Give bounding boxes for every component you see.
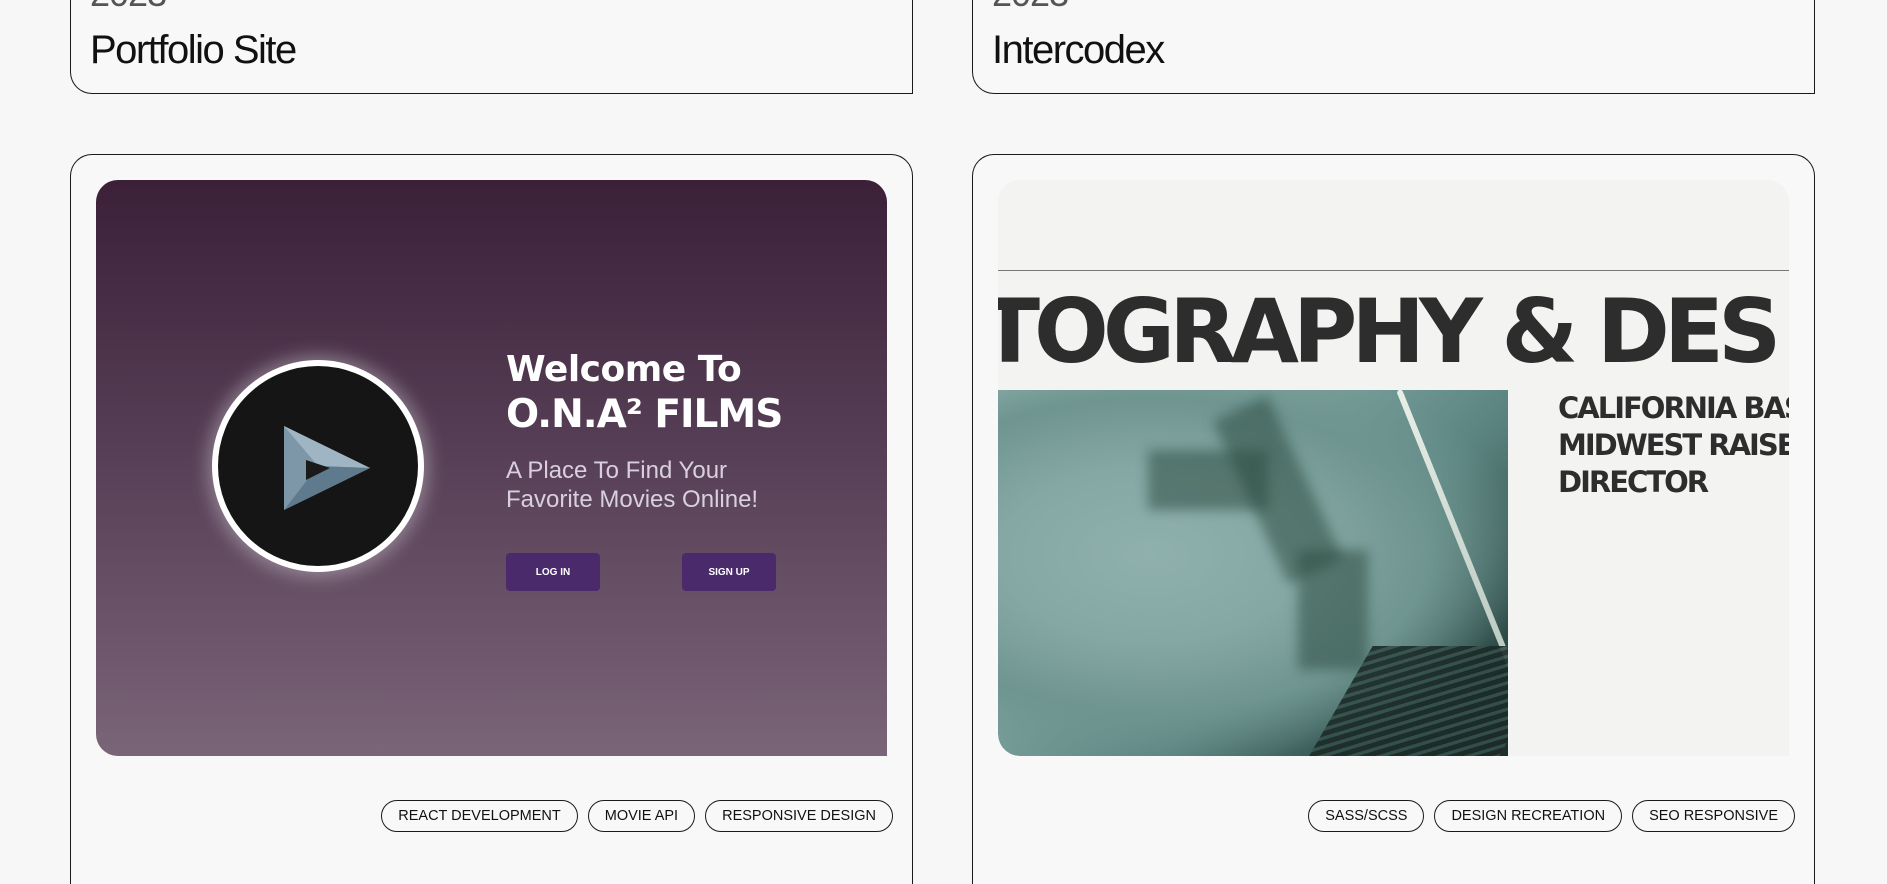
films-hero-text: Welcome To O.N.A² FILMS A Place To Find … [506, 350, 846, 514]
tag-design-recreation: DESIGN RECREATION [1434, 800, 1623, 832]
tech-tags: REACT DEVELOPMENT MOVIE API RESPONSIVE D… [381, 800, 893, 832]
project-card-photography[interactable]: TOGRAPHY & DES CALIFORNIA BAS MIDWEST RA… [972, 154, 1815, 884]
signup-button[interactable]: SIGN UP [682, 553, 776, 591]
project-year: 2023 [90, 0, 167, 14]
project-title[interactable]: Portfolio Site [90, 26, 297, 74]
tag-sass-scss: SASS/SCSS [1308, 800, 1425, 832]
tech-tags: SASS/SCSS DESIGN RECREATION SEO RESPONSI… [1308, 800, 1795, 832]
films-brand-heading: O.N.A² FILMS [506, 392, 783, 437]
photography-side-text: CALIFORNIA BAS MIDWEST RAISE DIRECTOR [1558, 390, 1789, 501]
play-triangle-logo-icon [212, 360, 424, 572]
side-line: MIDWEST RAISE [1558, 428, 1789, 462]
project-card-films[interactable]: Welcome To O.N.A² FILMS A Place To Find … [70, 154, 913, 884]
project-preview-films[interactable]: Welcome To O.N.A² FILMS A Place To Find … [96, 180, 887, 756]
films-welcome-heading: Welcome To [506, 349, 742, 390]
divider [998, 270, 1789, 271]
side-line: DIRECTOR [1558, 465, 1709, 499]
photography-headline: TOGRAPHY & DES [998, 280, 1781, 383]
side-line: CALIFORNIA BAS [1558, 391, 1789, 425]
tag-seo-responsive: SEO RESPONSIVE [1632, 800, 1795, 832]
tag-react-development: REACT DEVELOPMENT [381, 800, 578, 832]
car-windshield-photo [998, 390, 1508, 756]
project-preview-photography[interactable]: TOGRAPHY & DES CALIFORNIA BAS MIDWEST RA… [998, 180, 1789, 756]
login-button[interactable]: LOG IN [506, 553, 600, 591]
project-card-portfolio-site[interactable]: 2023 Portfolio Site [70, 0, 913, 94]
films-tagline: A Place To Find Your Favorite Movies Onl… [506, 457, 759, 513]
project-year: 2023 [992, 0, 1069, 14]
tag-responsive-design: RESPONSIVE DESIGN [705, 800, 893, 832]
project-card-intercodex[interactable]: 2023 Intercodex [972, 0, 1815, 94]
tag-movie-api: MOVIE API [587, 800, 696, 832]
project-title[interactable]: Intercodex [992, 26, 1165, 74]
